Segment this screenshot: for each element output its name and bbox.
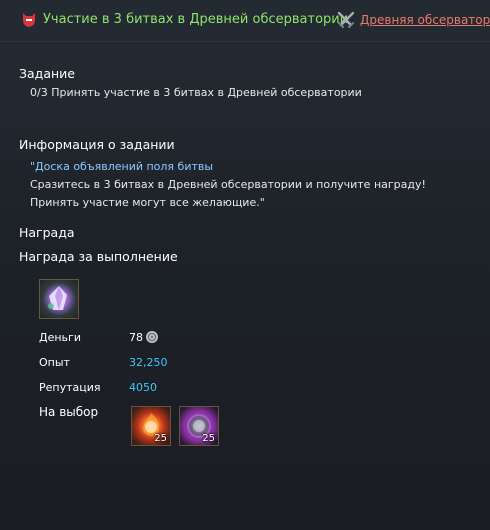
crystal-reward-icon[interactable] (39, 279, 79, 319)
exp-value: 32,250 (129, 356, 168, 369)
reward-heading: Награда (19, 225, 75, 240)
choice-reward-dark[interactable]: 25 (179, 406, 219, 446)
quest-title: Участие в 3 битвах в Древней обсерватори… (43, 12, 349, 27)
reputation-label: Репутация (39, 381, 101, 394)
exp-label: Опыт (39, 356, 70, 369)
choice-reward-fire[interactable]: 25 (131, 406, 171, 446)
task-objective: 0/3 Принять участие в 3 битвах в Древней… (30, 86, 362, 99)
choice-count: 25 (154, 433, 167, 444)
reputation-value: 4050 (129, 381, 157, 394)
task-heading: Задание (19, 66, 75, 81)
quest-info-line: Сразитесь в 3 битвах в Древней обсервато… (30, 178, 426, 191)
choice-count: 25 (202, 433, 215, 444)
crystal-glyph-icon (48, 286, 67, 310)
quest-info-heading: Информация о задании (19, 137, 175, 152)
quest-info-line: "Доска объявлений поля битвы (30, 160, 214, 173)
quest-marker-icon (23, 13, 35, 27)
completion-reward-heading: Награда за выполнение (19, 249, 178, 264)
quest-header: Участие в 3 битвах в Древней обсерватори… (0, 0, 490, 42)
silver-coin-icon (146, 331, 158, 343)
money-label: Деньги (39, 331, 81, 344)
money-value: 78 (129, 331, 143, 344)
crossed-swords-icon (337, 11, 355, 28)
location-link[interactable]: Древняя обсерватория (360, 13, 490, 27)
quest-info-line: Принять участие могут все желающие." (30, 196, 265, 209)
choice-label: На выбор (39, 405, 99, 419)
